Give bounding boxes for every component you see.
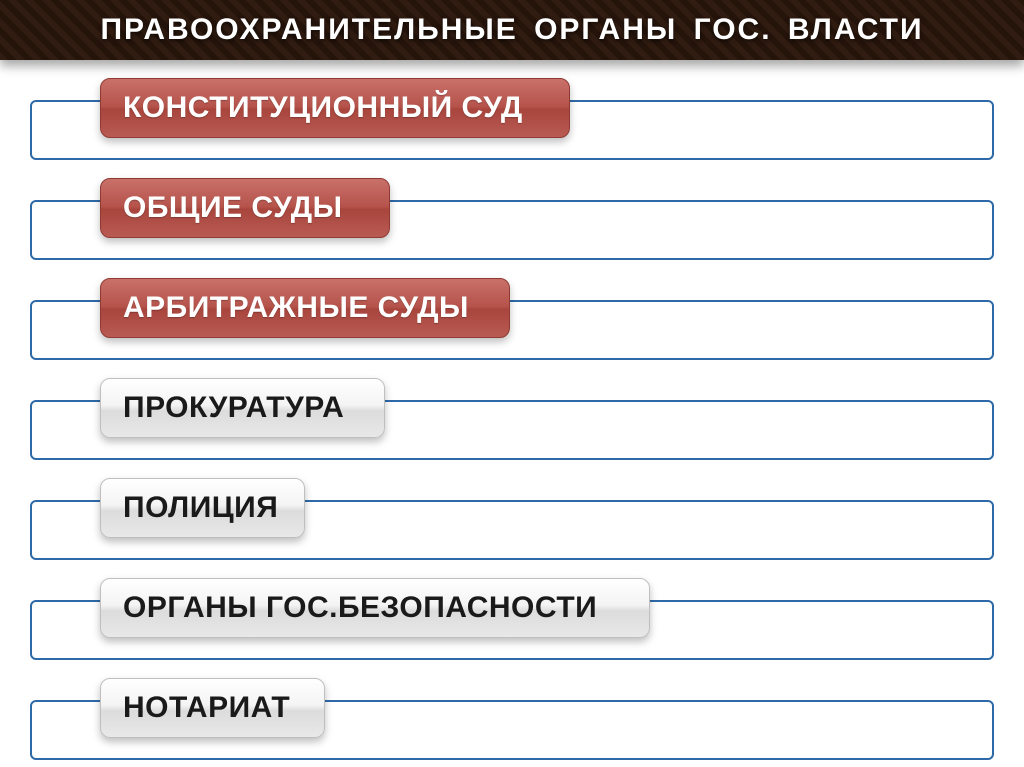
list-item: ОРГАНЫ ГОС.БЕЗОПАСНОСТИ: [30, 578, 994, 660]
slide-header: ПРАВООХРАНИТЕЛЬНЫЕ ОРГАНЫ ГОС. ВЛАСТИ: [0, 0, 1024, 60]
item-label: НОТАРИАТ: [123, 691, 290, 725]
item-pill-prosecution: ПРОКУРАТУРА: [100, 378, 385, 438]
item-pill-general-courts: ОБЩИЕ СУДЫ: [100, 178, 390, 238]
item-label: АРБИТРАЖНЫЕ СУДЫ: [123, 291, 469, 325]
item-label: КОНСТИТУЦИОННЫЙ СУД: [123, 91, 523, 125]
item-pill-constitutional-court: КОНСТИТУЦИОННЫЙ СУД: [100, 78, 570, 138]
list-item: АРБИТРАЖНЫЕ СУДЫ: [30, 278, 994, 360]
diagram-content: КОНСТИТУЦИОННЫЙ СУД ОБЩИЕ СУДЫ АРБИТРАЖН…: [0, 60, 1024, 760]
item-pill-police: ПОЛИЦИЯ: [100, 478, 305, 538]
item-label: ОРГАНЫ ГОС.БЕЗОПАСНОСТИ: [123, 591, 597, 625]
list-item: КОНСТИТУЦИОННЫЙ СУД: [30, 78, 994, 160]
item-label: ПОЛИЦИЯ: [123, 491, 278, 525]
slide-title: ПРАВООХРАНИТЕЛЬНЫЕ ОРГАНЫ ГОС. ВЛАСТИ: [100, 13, 923, 47]
list-item: ОБЩИЕ СУДЫ: [30, 178, 994, 260]
item-pill-notary: НОТАРИАТ: [100, 678, 325, 738]
item-pill-arbitration-courts: АРБИТРАЖНЫЕ СУДЫ: [100, 278, 510, 338]
list-item: ПРОКУРАТУРА: [30, 378, 994, 460]
list-item: ПОЛИЦИЯ: [30, 478, 994, 560]
item-label: ПРОКУРАТУРА: [123, 391, 344, 425]
list-item: НОТАРИАТ: [30, 678, 994, 760]
item-pill-state-security: ОРГАНЫ ГОС.БЕЗОПАСНОСТИ: [100, 578, 650, 638]
item-label: ОБЩИЕ СУДЫ: [123, 191, 343, 225]
